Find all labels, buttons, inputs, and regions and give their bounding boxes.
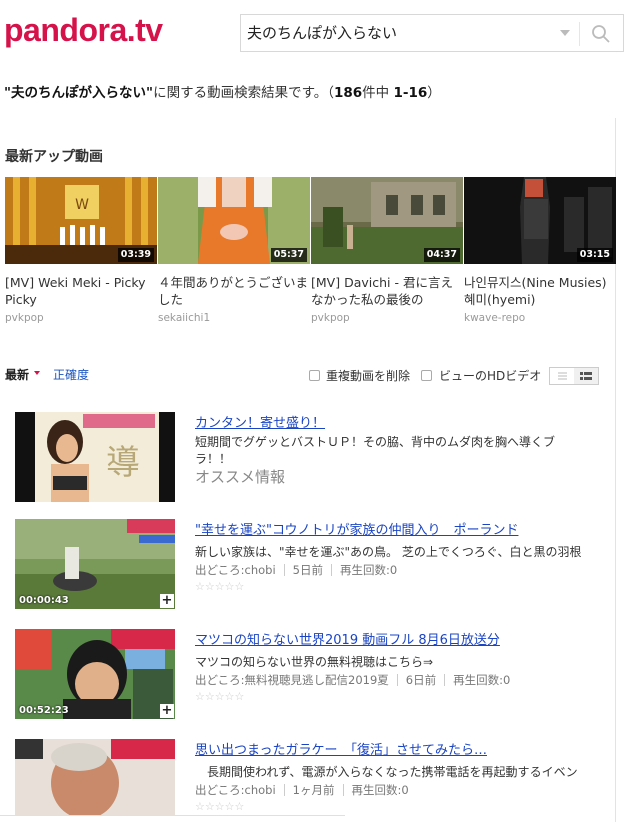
result-range: 1-16 (393, 85, 428, 101)
duration-label: 00:52:23 (19, 705, 69, 716)
grid-view-icon[interactable] (574, 368, 598, 384)
video-title[interactable]: "幸せを運ぶ"コウノトリが家族の仲間入り ポーランド (195, 519, 518, 538)
hd-label: ビューのHDビデオ (439, 369, 542, 383)
video-thumbnail[interactable]: 00:52:23 + (15, 629, 175, 719)
video-source[interactable]: 出どころ:chobi (195, 562, 276, 578)
video-meta: 出どころ:無料視聴見逃し配信2019夏 6日前 再生回数:0 (195, 672, 510, 688)
latest-source-2[interactable]: sekaiichi1 (158, 312, 210, 324)
query-text: "夫のちんぽが入らない" (4, 85, 154, 101)
video-description: マツコの知らない世界の無料視聴はこちら⇒ (195, 655, 434, 669)
ad-description: 短期間でグゲッとバストＵＰ！その脇、背中のムダ肉を胸へ導くブラ！！ (195, 435, 556, 466)
view-toggle (549, 367, 599, 385)
video-age: 5日前 (292, 563, 323, 577)
search-divider (579, 22, 580, 46)
rating-stars: ☆☆☆☆☆ (195, 580, 245, 593)
ad-title[interactable]: カンタン！寄せ盛り！ (195, 412, 325, 431)
rating-stars: ☆☆☆☆☆ (195, 800, 245, 813)
search-input[interactable] (247, 23, 547, 41)
result-summary: "夫のちんぽが入らない"に関する動画検索結果です。（186件中 1-16） (4, 81, 441, 101)
latest-title-1[interactable]: [MV] Weki Meki - Picky Picky (5, 274, 155, 308)
dedupe-checkbox[interactable] (309, 370, 320, 381)
latest-source-3[interactable]: pvkpop (311, 312, 350, 324)
meta-divider (396, 674, 398, 686)
video-description: 新しい家族は、"幸せを運ぶ"あの鳥。 芝の上でくつろぐ、白と黒の羽根 (195, 545, 582, 559)
video-views: 再生回数:0 (351, 783, 409, 797)
meta-divider (283, 784, 285, 796)
latest-thumb-2[interactable]: 05:37 (158, 177, 310, 264)
chevron-down-icon[interactable] (560, 30, 570, 36)
video-meta: 出どころ:chobi 1ヶ月前 再生回数:0 (195, 782, 409, 798)
video-views: 再生回数:0 (453, 673, 511, 687)
latest-title-2[interactable]: ４年間ありがとうございました (158, 274, 308, 308)
hd-checkbox[interactable] (421, 370, 432, 381)
video-age: 1ヶ月前 (292, 783, 335, 797)
latest-source-1[interactable]: pvkpop (5, 312, 44, 324)
video-source[interactable]: 出どころ:無料視聴見逃し配信2019夏 (195, 672, 389, 688)
svg-text:導: 導 (106, 443, 140, 483)
result-count-unit: 件中 (362, 85, 390, 101)
latest-section-title: 最新アップ動画 (5, 149, 103, 165)
video-meta: 出どころ:chobi 5日前 再生回数:0 (195, 562, 397, 578)
duration-badge: 03:39 (117, 248, 154, 262)
video-thumbnail[interactable] (15, 739, 175, 815)
latest-thumb-3[interactable]: 04:37 (311, 177, 463, 264)
duration-badge: 03:15 (576, 248, 613, 262)
pandora-logo[interactable]: pandora.tv (4, 12, 163, 49)
duration-label: 00:00:43 (19, 595, 69, 606)
sort-latest[interactable]: 最新 (5, 366, 29, 383)
rating-stars: ☆☆☆☆☆ (195, 690, 245, 703)
latest-thumb-4[interactable]: 03:15 (464, 177, 616, 264)
video-thumbnail[interactable]: 00:00:43 + (15, 519, 175, 609)
duration-badge: 04:37 (423, 248, 460, 262)
bottom-divider (0, 815, 345, 816)
ad-thumbnail[interactable]: 導 (15, 412, 175, 502)
meta-divider (342, 784, 344, 796)
latest-title-3[interactable]: [MV] Davichi - 君に言えなかった私の最後の (311, 274, 461, 308)
add-to-playlist-icon[interactable]: + (160, 704, 174, 718)
latest-thumb-1[interactable]: W 03:39 (5, 177, 157, 264)
ad-tag: オススメ情報 (195, 468, 286, 486)
latest-title-4[interactable]: 나인뮤지스(Nine Musies) 혜미(hyemi) (464, 274, 614, 308)
result-text: に関する動画検索結果です。（ (153, 85, 334, 101)
add-to-playlist-icon[interactable]: + (160, 594, 174, 608)
latest-source-4[interactable]: kwave-repo (464, 312, 525, 324)
result-close: ） (427, 85, 441, 101)
video-age: 6日前 (405, 673, 437, 687)
meta-divider (331, 564, 332, 576)
svg-text:W: W (75, 197, 89, 213)
result-count: 186 (333, 85, 363, 101)
video-description: 長期間使われず、電源が入らなくなった携帯電話を再起動するイベン (195, 765, 578, 779)
search-icon[interactable] (591, 24, 611, 44)
video-title[interactable]: マツコの知らない世界2019 動画フル 8月6日放送分 (195, 629, 500, 648)
meta-divider (283, 564, 285, 576)
video-title[interactable]: 思い出つまったガラケー 「復活」させてみたら… (195, 739, 487, 758)
sort-accuracy[interactable]: 正確度 (53, 366, 89, 383)
video-source[interactable]: 出どころ:chobi (195, 782, 276, 798)
search-box (240, 14, 624, 52)
duration-badge: 05:37 (270, 248, 307, 262)
caret-down-icon[interactable] (34, 371, 40, 375)
dedupe-label: 重複動画を削除 (326, 369, 411, 383)
list-view-icon[interactable] (550, 368, 574, 384)
video-views: 再生回数:0 (340, 563, 398, 577)
meta-divider (444, 674, 446, 686)
